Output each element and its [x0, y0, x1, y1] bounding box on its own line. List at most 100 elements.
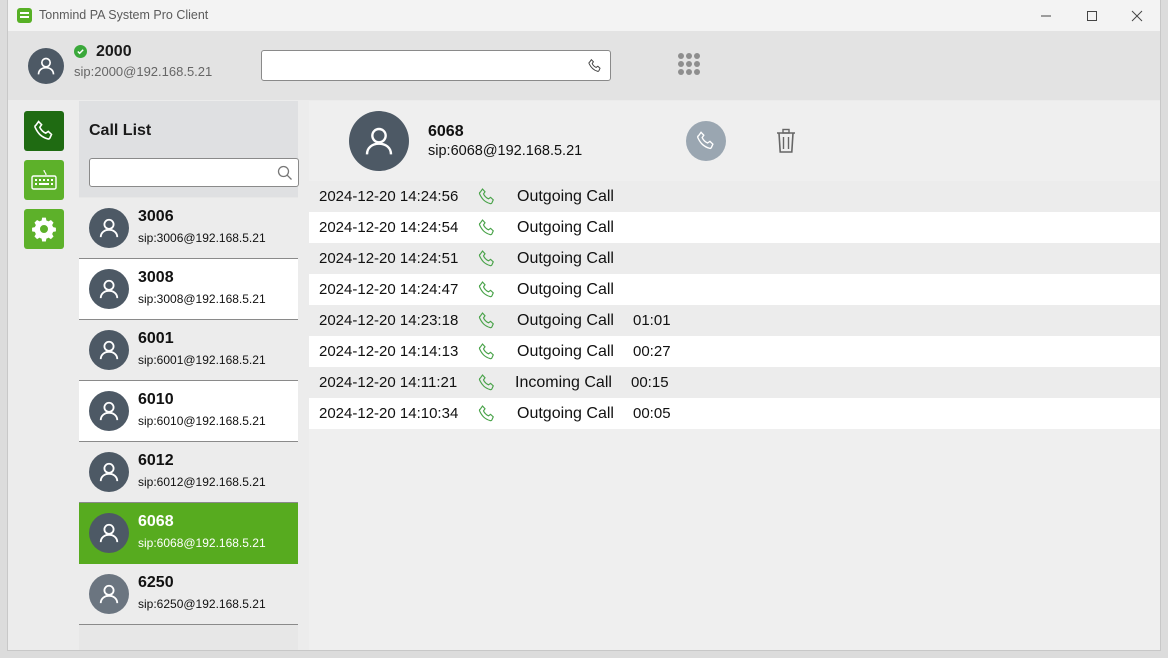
call-contact-button[interactable] [686, 121, 726, 161]
title-bar: Tonmind PA System Pro Client [8, 0, 1160, 31]
history-row[interactable]: 2024-12-20 14:24:56 Outgoing Call [309, 181, 1160, 212]
detail-contact-name: 6068 [428, 123, 464, 140]
person-icon [99, 218, 119, 238]
keypad-icon[interactable] [678, 53, 700, 75]
person-icon [99, 401, 119, 421]
contact-name: 6001 [138, 330, 174, 347]
contact-name: 6010 [138, 391, 174, 408]
dial-input[interactable] [262, 51, 572, 80]
history-date: 2024-12-20 14:24:47 [319, 281, 459, 298]
minimize-icon [1041, 15, 1051, 16]
outgoing-call-icon [478, 250, 494, 267]
person-icon [99, 340, 119, 360]
call-history-list: 2024-12-20 14:24:56 Outgoing Call 2024-1… [309, 181, 1160, 429]
contact-name: 6068 [138, 513, 174, 530]
search-icon[interactable] [277, 165, 293, 181]
call-list-title: Call List [89, 122, 152, 139]
contact-item[interactable]: 6010 sip:6010@192.168.5.21 [79, 381, 298, 442]
outgoing-call-icon [478, 281, 494, 298]
history-type: Incoming Call [515, 374, 612, 391]
history-date: 2024-12-20 14:11:21 [319, 374, 458, 391]
history-type: Outgoing Call [517, 405, 614, 422]
person-icon [365, 127, 393, 155]
history-row[interactable]: 2024-12-20 14:23:18 Outgoing Call 01:01 [309, 305, 1160, 336]
phone-icon [34, 120, 53, 140]
nav-calls-button[interactable] [24, 111, 64, 151]
call-list-search [89, 158, 299, 187]
contact-name: 6250 [138, 574, 174, 591]
history-row[interactable]: 2024-12-20 14:24:54 Outgoing Call [309, 212, 1160, 243]
outgoing-call-icon [478, 343, 494, 360]
history-type: Outgoing Call [517, 219, 614, 236]
app-logo-icon [17, 8, 32, 23]
history-date: 2024-12-20 14:10:34 [319, 405, 459, 422]
online-status-icon [74, 45, 87, 58]
call-list-header: Call List [79, 101, 299, 197]
contact-name: 3008 [138, 269, 174, 286]
phone-icon [697, 131, 714, 150]
contact-sip: sip:6068@192.168.5.21 [138, 536, 266, 550]
person-icon [99, 462, 119, 482]
history-type: Outgoing Call [517, 281, 614, 298]
contact-avatar [89, 391, 129, 431]
contact-avatar [89, 269, 129, 309]
contact-avatar [89, 330, 129, 370]
nav-settings-button[interactable] [24, 209, 64, 249]
history-date: 2024-12-20 14:24:56 [319, 188, 459, 205]
history-row[interactable]: 2024-12-20 14:11:21 Incoming Call 00:15 [309, 367, 1160, 398]
call-list-search-input[interactable] [90, 159, 270, 186]
history-row[interactable]: 2024-12-20 14:14:13 Outgoing Call 00:27 [309, 336, 1160, 367]
close-icon [1131, 10, 1143, 21]
history-row[interactable]: 2024-12-20 14:10:34 Outgoing Call 00:05 [309, 398, 1160, 429]
gear-icon [32, 217, 56, 242]
history-type: Outgoing Call [517, 188, 614, 205]
minimize-button[interactable] [1023, 0, 1069, 31]
contact-avatar [89, 513, 129, 553]
user-sip-address: sip:2000@192.168.5.21 [74, 64, 213, 79]
history-type: Outgoing Call [517, 312, 614, 329]
history-row[interactable]: 2024-12-20 14:24:51 Outgoing Call [309, 243, 1160, 274]
maximize-button[interactable] [1069, 0, 1115, 31]
contact-name: 6012 [138, 452, 174, 469]
top-header: 2000 sip:2000@192.168.5.21 [8, 31, 1160, 100]
contact-sip: sip:6012@192.168.5.21 [138, 475, 266, 489]
contact-item[interactable]: 3008 sip:3008@192.168.5.21 [79, 259, 298, 320]
user-extension: 2000 [96, 43, 132, 60]
person-icon [99, 584, 119, 604]
history-type: Outgoing Call [517, 250, 614, 267]
app-window: Tonmind PA System Pro Client 2000 sip:20… [7, 0, 1161, 651]
contact-item[interactable]: 3006 sip:3006@192.168.5.21 [79, 198, 298, 259]
history-row[interactable]: 2024-12-20 14:24:47 Outgoing Call [309, 274, 1160, 305]
person-icon [37, 57, 55, 75]
contact-name: 3006 [138, 208, 174, 225]
maximize-icon [1087, 10, 1097, 21]
history-date: 2024-12-20 14:24:54 [319, 219, 459, 236]
history-date: 2024-12-20 14:14:13 [319, 343, 459, 360]
outgoing-call-icon [478, 219, 494, 236]
trash-icon [777, 128, 795, 153]
history-duration: 00:05 [633, 405, 671, 422]
delete-history-button[interactable] [775, 128, 797, 159]
user-avatar [28, 48, 64, 84]
call-list-panel: Call List 3006 sip:3006@192.168.5.21 300… [79, 101, 299, 650]
contact-item[interactable]: 6001 sip:6001@192.168.5.21 [79, 320, 298, 381]
contact-item-selected[interactable]: 6068 sip:6068@192.168.5.21 [79, 503, 298, 564]
contact-detail-header: 6068 sip:6068@192.168.5.21 [309, 101, 1160, 181]
contact-detail-panel: 6068 sip:6068@192.168.5.21 2024-12-20 14… [309, 101, 1160, 650]
dial-phone-icon[interactable] [587, 58, 603, 74]
close-button[interactable] [1114, 0, 1160, 31]
incoming-call-icon [478, 374, 494, 391]
contact-avatar [89, 452, 129, 492]
contact-item[interactable]: 6250 sip:6250@192.168.5.21 [79, 564, 298, 625]
person-icon [99, 523, 119, 543]
dial-box [261, 50, 611, 81]
contact-list: 3006 sip:3006@192.168.5.21 3008 sip:3008… [79, 198, 298, 625]
nav-keyboard-button[interactable] [24, 160, 64, 200]
history-date: 2024-12-20 14:24:51 [319, 250, 459, 267]
outgoing-call-icon [478, 405, 494, 422]
outgoing-call-icon [478, 188, 494, 205]
person-icon [99, 279, 119, 299]
contact-item[interactable]: 6012 sip:6012@192.168.5.21 [79, 442, 298, 503]
contact-sip: sip:3006@192.168.5.21 [138, 231, 266, 245]
history-type: Outgoing Call [517, 343, 614, 360]
